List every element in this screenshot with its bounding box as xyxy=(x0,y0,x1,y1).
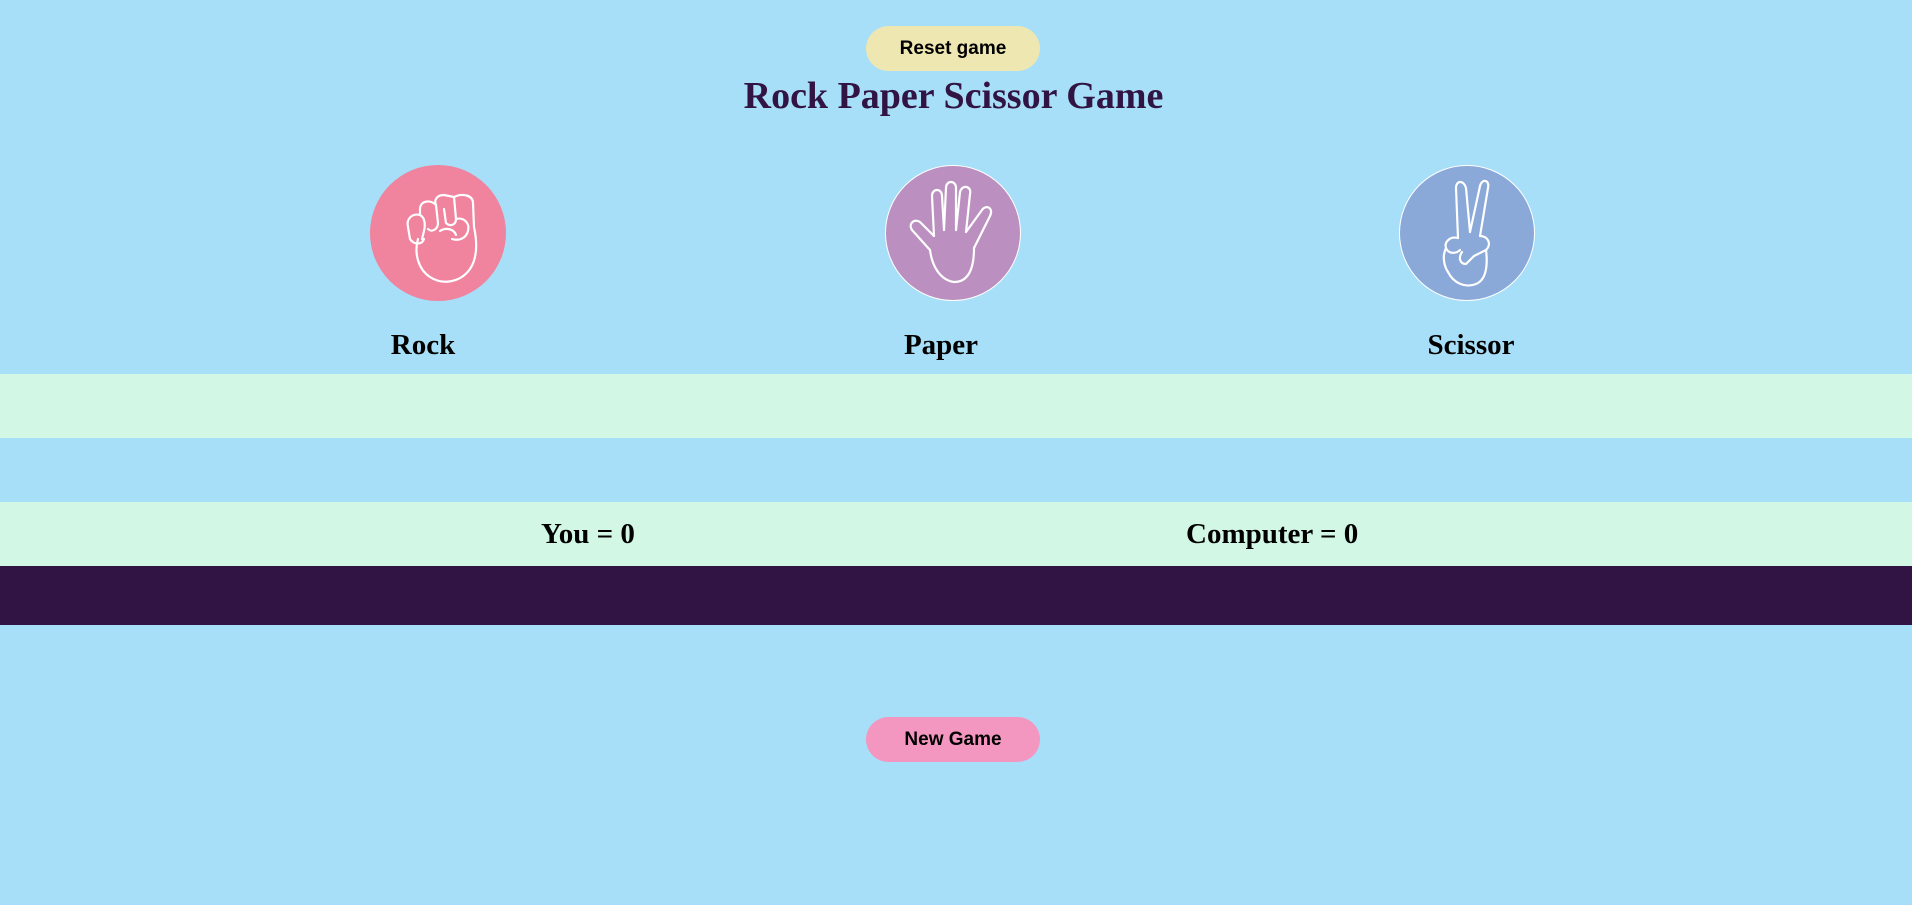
page-title: Rock Paper Scissor Game xyxy=(743,75,1164,117)
result-message-band xyxy=(0,374,1912,438)
fist-icon xyxy=(406,193,478,283)
victory-hand-icon xyxy=(1442,179,1490,287)
paper-choice[interactable] xyxy=(885,165,1021,301)
rock-label: Rock xyxy=(390,329,456,361)
scoreboard xyxy=(0,502,1912,566)
computer-score: Computer = 0 xyxy=(1186,518,1359,550)
new-game-button[interactable]: New Game xyxy=(866,717,1040,762)
user-score: You = 0 xyxy=(541,518,635,550)
reset-game-button[interactable]: Reset game xyxy=(866,26,1040,71)
paper-label: Paper xyxy=(903,329,979,361)
scissor-label: Scissor xyxy=(1427,329,1515,361)
scissor-choice[interactable] xyxy=(1399,165,1535,301)
open-hand-icon xyxy=(909,180,993,284)
dark-divider-band xyxy=(0,566,1912,625)
rock-choice[interactable] xyxy=(370,165,506,301)
